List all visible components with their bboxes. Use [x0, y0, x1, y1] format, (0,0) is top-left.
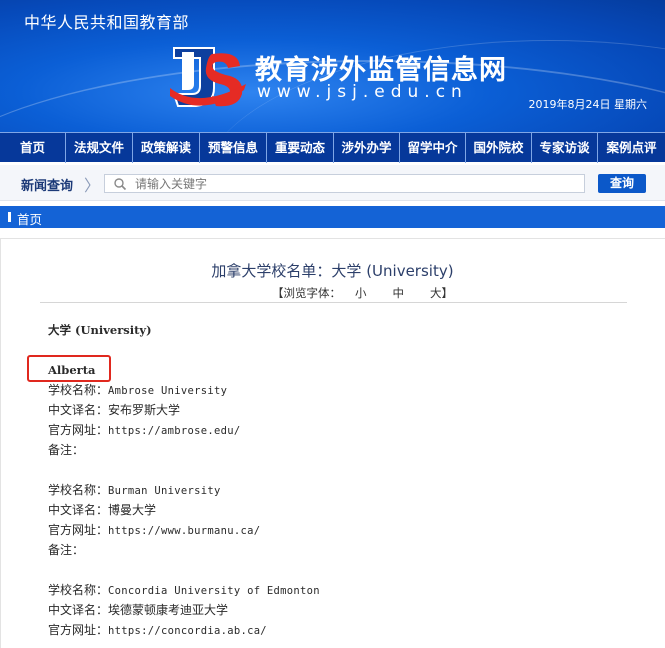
nav-item-news[interactable]: 重要动态	[267, 133, 334, 163]
nav-item-case-reviews[interactable]: 案例点评	[598, 133, 665, 163]
nav-item-home[interactable]: 首页	[0, 133, 66, 163]
main-nav: 首页 法规文件 政策解读 预警信息 重要动态 涉外办学 留学中介 国外院校 专家…	[0, 132, 665, 163]
school-url-row: 官方网址：https://www.burmanu.ca/	[48, 523, 261, 537]
school-name: Burman University	[108, 485, 221, 497]
search-button[interactable]: 查询	[598, 174, 646, 193]
nav-item-study-agents[interactable]: 留学中介	[400, 133, 466, 163]
school-name-row: 学校名称：Burman University	[48, 483, 221, 497]
breadcrumb-home-link[interactable]: 首页	[17, 209, 42, 228]
nav-item-warnings[interactable]: 预警信息	[200, 133, 267, 163]
school-name: Ambrose University	[108, 385, 228, 397]
font-medium-button[interactable]: 中	[393, 285, 405, 301]
article-title: 加拿大学校名单：大学 (University)	[211, 262, 454, 280]
font-large-button[interactable]: 大	[430, 285, 442, 301]
school-cn-name: 安布罗斯大学	[108, 403, 181, 417]
school-url-link[interactable]: https://concordia.ab.ca/	[108, 625, 267, 637]
site-domain: www.jsj.edu.cn	[257, 82, 468, 102]
school-cn-name: 博曼大学	[108, 503, 157, 517]
font-size-switcher: 【浏览字体： 小 中 大】	[272, 285, 453, 301]
school-url-row: 官方网址：https://concordia.ab.ca/	[48, 623, 267, 637]
font-small-button[interactable]: 小	[355, 285, 367, 301]
school-name-row: 学校名称：Ambrose University	[48, 383, 228, 397]
school-name-row: 学校名称：Concordia University of Edmonton	[48, 583, 320, 597]
school-note-row: 备注：	[48, 443, 85, 457]
school-cn-name-row: 中文译名：博曼大学	[48, 503, 157, 517]
search-label: 新闻查询	[21, 179, 74, 194]
font-size-suffix: 】	[441, 286, 454, 300]
search-bar: 新闻查询 〉 查询	[0, 165, 665, 201]
current-date: 2019年8月24日 星期六	[528, 98, 648, 111]
school-url-row: 官方网址：https://ambrose.edu/	[48, 423, 241, 437]
school-url-link[interactable]: https://ambrose.edu/	[108, 425, 240, 437]
school-name: Concordia University of Edmonton	[108, 585, 320, 597]
school-note-row: 备注：	[48, 543, 85, 557]
font-size-prefix: 【浏览字体：	[272, 286, 341, 300]
school-cn-name: 埃德蒙顿康考迪亚大学	[108, 603, 229, 617]
ministry-name: 中华人民共和国教育部	[24, 13, 190, 32]
breadcrumb-marker	[8, 212, 11, 222]
search-icon	[114, 178, 127, 191]
nav-item-regulations[interactable]: 法规文件	[66, 133, 133, 163]
article-body: 大学 (University) Alberta 学校名称：Ambrose Uni…	[48, 320, 648, 640]
school-url-link[interactable]: https://www.burmanu.ca/	[108, 525, 260, 537]
school-cn-name-row: 中文译名：埃德蒙顿康考迪亚大学	[48, 603, 229, 617]
nav-item-policy[interactable]: 政策解读	[133, 133, 200, 163]
header-banner: 中华人民共和国教育部 教育涉外监管信息网 www.jsj.edu.cn 2019…	[0, 0, 665, 132]
nav-item-expert-interviews[interactable]: 专家访谈	[532, 133, 598, 163]
province-heading: Alberta	[48, 363, 96, 377]
title-divider	[40, 302, 627, 303]
search-input[interactable]	[135, 175, 575, 192]
jsj-logo-icon[interactable]	[168, 44, 248, 116]
breadcrumb: 首页	[0, 206, 665, 228]
nav-item-foreign-institutions[interactable]: 国外院校	[466, 133, 532, 163]
highlight-annotation	[27, 355, 111, 382]
chevron-right-icon: 〉	[84, 176, 101, 195]
section-heading: 大学 (University)	[48, 323, 152, 337]
search-field[interactable]	[104, 174, 585, 193]
school-cn-name-row: 中文译名：安布罗斯大学	[48, 403, 181, 417]
nav-item-foreign-schools-run[interactable]: 涉外办学	[334, 133, 400, 163]
